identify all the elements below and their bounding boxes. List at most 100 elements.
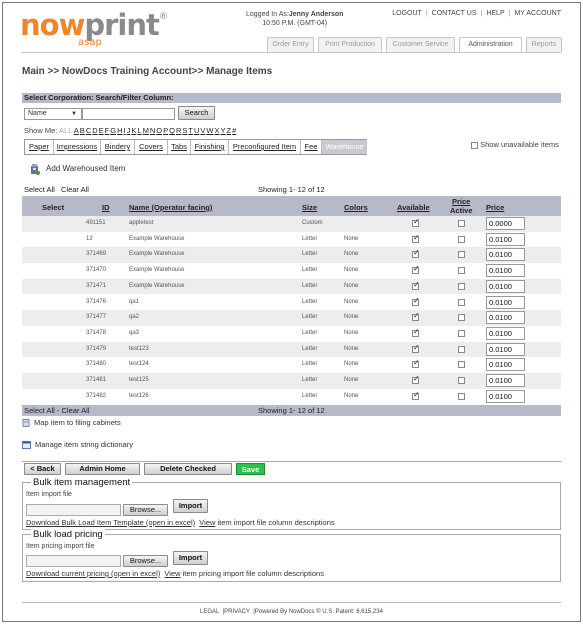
cat-tab-paper[interactable]: Paper xyxy=(25,140,54,154)
letter-filter-link[interactable]: Z xyxy=(227,126,232,135)
row-name[interactable]: test124 xyxy=(129,357,149,372)
price-active-checkbox[interactable] xyxy=(458,220,465,227)
price-input[interactable]: 0.0100 xyxy=(486,279,525,293)
letter-filter-link[interactable]: G xyxy=(110,126,116,135)
pricing-import-file-input[interactable] xyxy=(26,555,121,567)
letter-filter-link[interactable]: V xyxy=(200,126,205,135)
row-name[interactable]: Example Warehouse xyxy=(129,263,184,278)
price-input[interactable]: 0.0000 xyxy=(486,217,525,230)
cat-tab-impressions[interactable]: Impressions xyxy=(54,140,101,154)
letter-filter-link[interactable]: L xyxy=(137,126,141,135)
help-link[interactable]: HELP xyxy=(486,10,504,17)
letter-filter-link[interactable]: S xyxy=(182,126,187,135)
letter-filter-link[interactable]: D xyxy=(92,126,97,135)
price-active-checkbox[interactable] xyxy=(458,329,465,337)
letter-filter-link[interactable]: H xyxy=(117,126,122,135)
show-unavailable-toggle[interactable]: Show unavailable items xyxy=(471,140,559,149)
row-name[interactable]: qa3 xyxy=(129,326,139,341)
item-import-button[interactable]: Import xyxy=(173,499,208,513)
available-checkbox[interactable] xyxy=(412,297,420,306)
price-input[interactable]: 0.0100 xyxy=(486,311,525,325)
col-price-active-1[interactable]: Price xyxy=(452,197,470,206)
letter-filter-link[interactable]: R xyxy=(176,126,181,135)
cat-tab-bindery[interactable]: Bindery xyxy=(101,140,135,154)
letter-filter-link[interactable]: O xyxy=(156,126,162,135)
available-checkbox[interactable] xyxy=(412,265,420,275)
letter-filter-link[interactable]: # xyxy=(232,126,236,135)
available-checkbox[interactable] xyxy=(412,375,420,384)
price-active-checkbox[interactable] xyxy=(458,282,465,290)
row-name[interactable]: test123 xyxy=(129,342,149,357)
select-all-link[interactable]: Select All xyxy=(24,185,55,194)
delete-checked-button[interactable]: Delete Checked xyxy=(144,463,232,475)
letter-filter-link[interactable]: M xyxy=(143,126,149,135)
row-name[interactable]: qa2 xyxy=(129,310,139,325)
cat-tab-preconfigured-item[interactable]: Preconfigured Item xyxy=(229,140,301,154)
price-input[interactable]: 0.0100 xyxy=(486,326,525,340)
download-pricing-link[interactable]: Download current pricing (open in excel) xyxy=(26,569,160,578)
letter-filter-link[interactable]: B xyxy=(80,126,85,135)
select-clear-all-bottom[interactable]: Select All - Clear All xyxy=(24,405,89,416)
available-checkbox[interactable] xyxy=(412,312,420,322)
letter-all[interactable]: ALL xyxy=(59,126,72,135)
letter-filter-link[interactable]: I xyxy=(124,126,126,135)
letter-filter-link[interactable]: N xyxy=(150,126,155,135)
available-checkbox[interactable] xyxy=(412,359,420,369)
letter-filter-link[interactable]: T xyxy=(188,126,193,135)
add-warehoused-item-link[interactable]: Add Warehoused Item xyxy=(30,163,125,175)
row-name[interactable]: test125 xyxy=(129,373,149,388)
letter-filter-link[interactable]: P xyxy=(163,126,168,135)
filter-column-select[interactable]: Name ▼ xyxy=(24,108,82,120)
price-input[interactable]: 0.0100 xyxy=(486,389,525,403)
cat-tab-fee[interactable]: Fee xyxy=(301,140,322,154)
col-id[interactable]: ID xyxy=(102,203,110,212)
letter-filter-link[interactable]: W xyxy=(206,126,213,135)
cat-tab-warehouse[interactable]: Warehouse xyxy=(322,140,367,154)
row-name[interactable]: qa1 xyxy=(129,295,139,310)
search-button[interactable]: Search xyxy=(178,106,215,120)
available-checkbox[interactable] xyxy=(412,281,420,290)
col-name[interactable]: Name (Operator facing) xyxy=(129,203,212,212)
available-checkbox[interactable] xyxy=(412,344,420,353)
price-input[interactable]: 0.0100 xyxy=(486,358,525,372)
price-input[interactable]: 0.0100 xyxy=(486,264,525,278)
price-active-checkbox[interactable] xyxy=(458,267,465,275)
cat-tab-tabs[interactable]: Tabs xyxy=(168,140,191,154)
col-available[interactable]: Available xyxy=(397,203,430,212)
tab-administration[interactable]: Administration xyxy=(459,37,522,53)
back-button[interactable]: < Back xyxy=(24,463,61,475)
contact-us-link[interactable]: CONTACT US xyxy=(432,10,477,17)
manage-dictionary-link[interactable]: Manage item string dictionary xyxy=(22,440,133,449)
legal-link[interactable]: LEGAL xyxy=(200,609,219,615)
search-input[interactable] xyxy=(82,108,175,120)
tab-reports[interactable]: Reports xyxy=(526,37,562,52)
price-input[interactable]: 0.0100 xyxy=(486,295,525,309)
row-name[interactable]: Example Warehouse xyxy=(129,232,184,247)
privacy-link[interactable]: PRIVACY xyxy=(224,609,250,615)
row-name[interactable]: Example Warehouse xyxy=(129,247,184,262)
letter-filter-link[interactable]: E xyxy=(99,126,104,135)
price-input[interactable]: 0.0100 xyxy=(486,342,525,356)
logout-link[interactable]: LOGOUT xyxy=(392,10,422,17)
letter-filter-link[interactable]: J xyxy=(127,126,131,135)
letter-filter-link[interactable]: K xyxy=(131,126,136,135)
view-pricing-descriptions-link[interactable]: View xyxy=(164,569,180,578)
tab-print-production[interactable]: Print Production xyxy=(318,37,382,52)
price-active-checkbox[interactable] xyxy=(458,345,465,353)
col-size[interactable]: Size xyxy=(302,203,317,212)
letter-filter-link[interactable]: Y xyxy=(221,126,226,135)
tab-order-entry[interactable]: Order Entry xyxy=(267,37,314,52)
my-account-link[interactable]: MY ACCOUNT xyxy=(514,10,561,17)
price-input[interactable]: 0.0100 xyxy=(486,232,525,246)
download-item-template-link[interactable]: Download Bulk Load Item Template (open i… xyxy=(26,518,195,527)
cat-tab-covers[interactable]: Covers xyxy=(135,140,168,154)
row-name[interactable]: test126 xyxy=(129,389,149,404)
available-checkbox[interactable] xyxy=(412,249,420,259)
item-browse-button[interactable]: Browse... xyxy=(123,504,168,516)
col-colors[interactable]: Colors xyxy=(344,203,368,212)
price-input[interactable]: 0.0100 xyxy=(486,248,525,262)
clear-all-link[interactable]: Clear All xyxy=(61,185,89,194)
row-name[interactable]: Example Warehouse xyxy=(129,279,184,294)
letter-filter-link[interactable]: X xyxy=(215,126,220,135)
price-active-checkbox[interactable] xyxy=(458,235,465,243)
